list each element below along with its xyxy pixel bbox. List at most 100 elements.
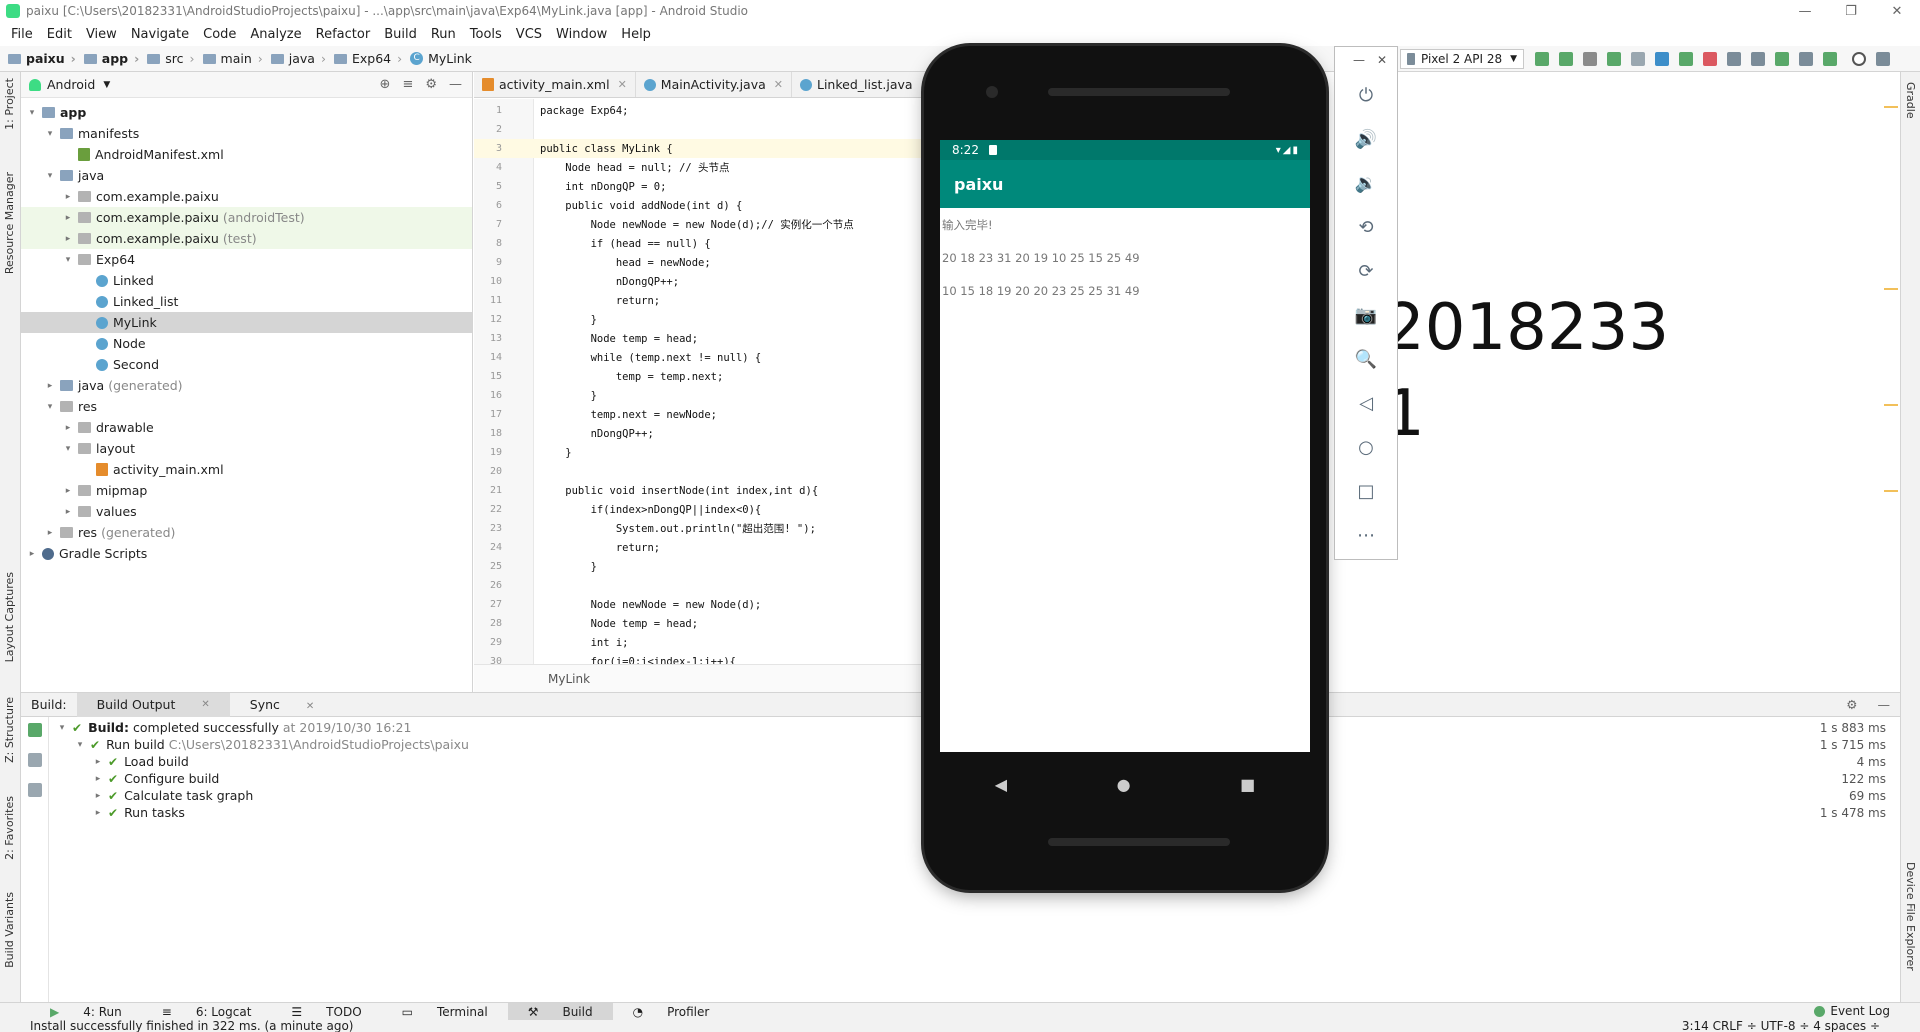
chevron-right-icon[interactable]: ▸ — [63, 507, 73, 517]
editor-tab[interactable]: MainActivity.java ✕ — [636, 72, 792, 97]
stop-icon[interactable] — [1703, 52, 1718, 66]
chevron-right-icon[interactable]: ▸ — [93, 791, 103, 801]
menu-vcs[interactable]: VCS — [509, 27, 549, 42]
project-tree-item[interactable]: ▸ java (generated) — [21, 375, 472, 396]
build-tree-item[interactable]: ▸ ✔ Configure build — [93, 770, 220, 787]
chevron-right-icon[interactable]: ▸ — [27, 549, 37, 559]
more-icon[interactable]: ⋯ — [1335, 513, 1397, 557]
project-tree-item[interactable]: ▾ layout — [21, 438, 472, 459]
power-icon[interactable]: ⏻ — [1335, 73, 1397, 117]
tab-structure[interactable]: Z: Structure — [3, 697, 16, 763]
rotate-left-icon[interactable]: ⟲ — [1335, 205, 1397, 249]
close-button[interactable]: ✕ — [1874, 0, 1920, 22]
chevron-right-icon[interactable]: ▸ — [93, 774, 103, 784]
debug-icon[interactable] — [1607, 52, 1622, 66]
build-tree-item[interactable]: ▸ ✔ Run tasks — [93, 804, 185, 821]
build-tree-item[interactable]: ▸ ✔ Calculate task graph — [93, 787, 254, 804]
editor-tab[interactable]: activity_main.xml ✕ — [474, 72, 636, 97]
hide-icon[interactable]: — — [1868, 697, 1901, 712]
code-line[interactable]: 18 nDongQP++; — [474, 424, 926, 443]
attach-debugger-icon[interactable] — [1631, 52, 1646, 66]
code-line[interactable]: 26 — [474, 576, 926, 595]
tab-gradle[interactable]: Gradle — [1904, 82, 1917, 119]
hide-icon[interactable]: — — [449, 77, 462, 92]
build-tree-item[interactable]: ▾ ✔ Build: completed successfully at 2019/10… — [57, 719, 412, 736]
menu-help[interactable]: Help — [614, 27, 658, 42]
chevron-right-icon[interactable]: ▸ — [63, 234, 73, 244]
camera-icon[interactable]: 📷 — [1335, 293, 1397, 337]
code-line[interactable]: 4 Node head = null; // 头节点 — [474, 158, 926, 177]
chevron-down-icon[interactable]: ▾ — [75, 740, 85, 750]
tab-profiler[interactable]: ◔ Profiler — [613, 1003, 730, 1021]
code-line[interactable]: 5 int nDongQP = 0; — [474, 177, 926, 196]
chevron-right-icon[interactable]: ▸ — [63, 423, 73, 433]
project-tree-item[interactable]: Linked — [21, 270, 472, 291]
project-tree-item[interactable]: ▸ res (generated) — [21, 522, 472, 543]
chevron-down-icon[interactable]: ▾ — [63, 444, 73, 454]
rotate-right-icon[interactable]: ⟳ — [1335, 249, 1397, 293]
tab-sync[interactable]: Sync ✕ — [230, 697, 335, 712]
menu-build[interactable]: Build — [377, 27, 424, 42]
menu-analyze[interactable]: Analyze — [243, 27, 308, 42]
project-tree-item[interactable]: ▾ manifests — [21, 123, 472, 144]
project-tree-item[interactable]: ▸ com.example.paixu (test) — [21, 228, 472, 249]
project-tree-item[interactable]: ▸ Gradle Scripts — [21, 543, 472, 564]
chevron-down-icon[interactable]: ▾ — [57, 723, 67, 733]
debug-attach-icon[interactable] — [1679, 52, 1694, 66]
sdk-manager-icon[interactable] — [1775, 52, 1790, 66]
code-line[interactable]: 1 package Exp64; — [474, 101, 926, 120]
project-tree-item[interactable]: activity_main.xml — [21, 459, 472, 480]
code-line[interactable]: 19 } — [474, 443, 926, 462]
menu-run[interactable]: Run — [424, 27, 463, 42]
tab-run[interactable]: ▶ 4: Run — [30, 1003, 142, 1021]
code-line[interactable]: 14 while (temp.next != null) { — [474, 348, 926, 367]
breadcrumb-item[interactable]: paixu › — [0, 51, 76, 66]
gear-icon[interactable]: ⚙ — [1836, 697, 1867, 712]
code-line[interactable]: 6 public void addNode(int d) { — [474, 196, 926, 215]
chevron-down-icon[interactable]: ▾ — [45, 402, 55, 412]
code-line[interactable]: 28 Node temp = head; — [474, 614, 926, 633]
close-icon[interactable]: ✕ — [191, 699, 219, 710]
tab-build-output[interactable]: Build Output ✕ — [76, 692, 230, 717]
profile-icon[interactable] — [1655, 52, 1670, 66]
code-line[interactable]: 13 Node temp = head; — [474, 329, 926, 348]
close-icon[interactable]: ✕ — [1377, 53, 1387, 67]
tab-build-variants[interactable]: Build Variants — [3, 892, 16, 968]
sync-icon[interactable] — [1727, 52, 1742, 66]
code-line[interactable]: 11 return; — [474, 291, 926, 310]
tab-project[interactable]: 1: Project — [3, 78, 16, 130]
code-line[interactable]: 29 int i; — [474, 633, 926, 652]
project-tree-item[interactable]: MyLink — [21, 312, 472, 333]
breadcrumb-item[interactable]: java › — [263, 51, 326, 66]
close-icon[interactable]: ✕ — [774, 78, 783, 91]
code-line[interactable]: 2 — [474, 120, 926, 139]
home-icon[interactable]: ● — [1117, 775, 1131, 794]
chevron-right-icon[interactable]: ▸ — [63, 486, 73, 496]
project-tree-item[interactable]: Linked_list — [21, 291, 472, 312]
maximize-button[interactable]: ❐ — [1828, 0, 1874, 22]
toggle-view-icon[interactable] — [28, 753, 42, 767]
apply-changes-icon[interactable] — [1535, 52, 1550, 66]
search-icon[interactable] — [1852, 52, 1867, 66]
code-line[interactable]: 10 nDongQP++; — [474, 272, 926, 291]
code-line[interactable]: 25 } — [474, 557, 926, 576]
avd-manager-icon[interactable] — [1751, 52, 1766, 66]
apply-code-changes-icon[interactable] — [1559, 52, 1574, 66]
breadcrumb-item[interactable]: C MyLink — [402, 51, 472, 66]
close-icon[interactable]: ✕ — [296, 701, 324, 712]
code-line[interactable]: 8 if (head == null) { — [474, 234, 926, 253]
home-icon[interactable]: ○ — [1335, 425, 1397, 469]
chevron-right-icon[interactable]: ▸ — [63, 213, 73, 223]
menu-window[interactable]: Window — [549, 27, 614, 42]
code-line[interactable]: 15 temp = temp.next; — [474, 367, 926, 386]
code-line[interactable]: 20 — [474, 462, 926, 481]
chevron-right-icon[interactable]: ▸ — [63, 192, 73, 202]
volume-down-icon[interactable]: 🔉 — [1335, 161, 1397, 205]
breadcrumb-item[interactable]: src › — [139, 51, 195, 66]
menu-view[interactable]: View — [79, 27, 124, 42]
code-line[interactable]: 7 Node newNode = new Node(d);// 实例化一个节点 — [474, 215, 926, 234]
layout-inspector-icon[interactable] — [1799, 52, 1814, 66]
menu-refactor[interactable]: Refactor — [309, 27, 378, 42]
device-selector[interactable]: Pixel 2 API 28 ▼ — [1400, 49, 1525, 69]
code-line[interactable]: 3 public class MyLink { — [474, 139, 926, 158]
